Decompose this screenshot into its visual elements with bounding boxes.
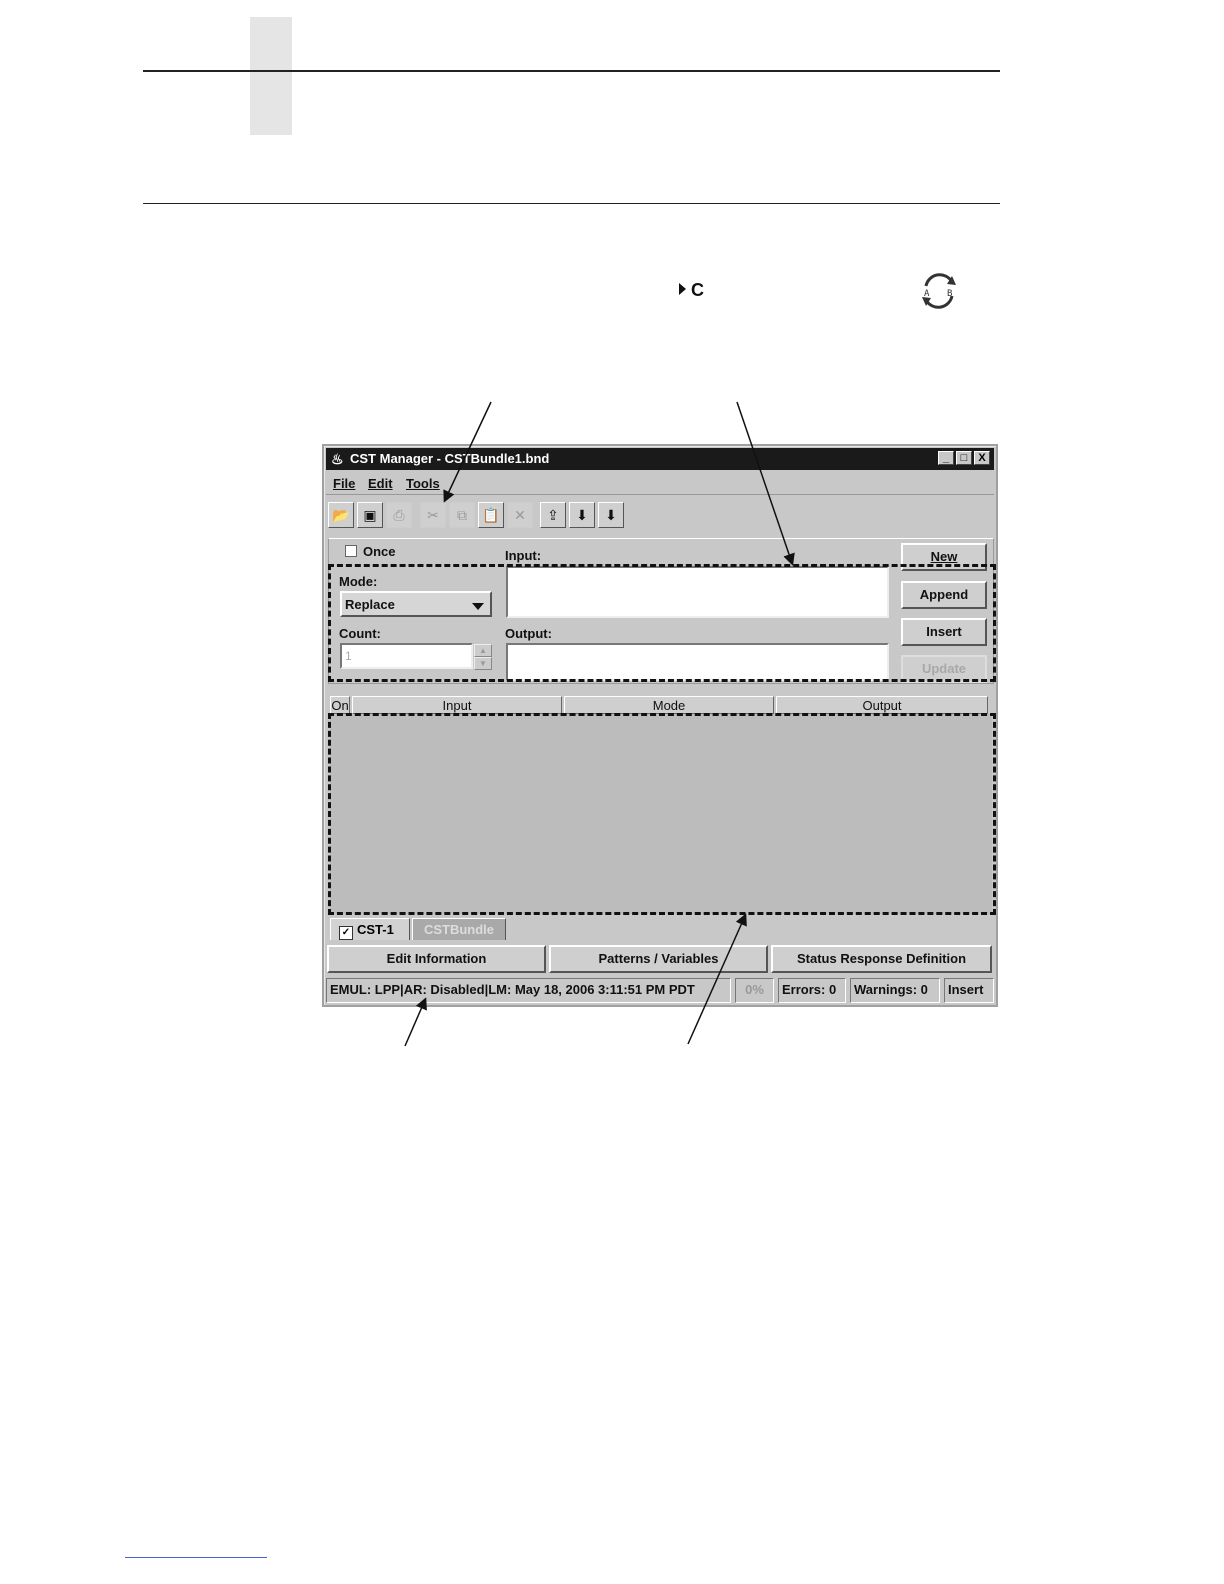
download-u-icon[interactable]: ⬇ [569,502,595,528]
maximize-button[interactable]: □ [956,451,972,465]
compare-ab-icon: A B [922,273,956,309]
table-header: On Input Mode Output [330,696,992,714]
cst-manager-window: ♨ CST Manager - CSTBundle1.bnd _ □ X Fil… [322,444,998,1007]
chapter-tab-block [250,17,292,135]
paste-icon[interactable]: 📋 [478,502,504,528]
delete-icon[interactable]: ✕ [507,502,533,528]
step-marker: C [679,280,704,301]
status-warnings: Warnings: 0 [850,978,940,1003]
header-rule-top [143,70,1000,72]
menu-file[interactable]: File [333,476,355,491]
menu-edit[interactable]: Edit [368,476,393,491]
once-checkbox[interactable] [345,545,357,557]
menu-tools[interactable]: Tools [406,476,440,491]
svg-text:B: B [947,289,952,299]
status-errors: Errors: 0 [778,978,846,1003]
patterns-variables-button[interactable]: Patterns / Variables [549,945,768,973]
table-area-highlight [328,713,996,915]
footer-link-rule [125,1557,267,1558]
checkmark-icon: ✓ [339,926,353,940]
svg-text:A: A [924,289,930,299]
once-label: Once [363,544,396,559]
copy-icon[interactable]: ⧉ [449,502,475,528]
tab-cstbundle[interactable]: CSTBundle [412,918,506,940]
status-response-definition-button[interactable]: Status Response Definition [771,945,992,973]
edit-information-button[interactable]: Edit Information [327,945,546,973]
download-d-icon[interactable]: ⬇ [598,502,624,528]
title-bar[interactable]: ♨ CST Manager - CSTBundle1.bnd _ □ X [326,448,994,470]
input-label: Input: [505,548,542,563]
status-mode: Insert [944,978,994,1003]
tab-cst-1[interactable]: ✓ CST-1 [330,918,410,940]
menu-bar: File Edit Tools [326,472,994,495]
column-header-input[interactable]: Input [352,696,562,714]
java-cup-icon: ♨ [331,451,344,467]
print-icon[interactable]: ⎙ [386,502,412,528]
status-info: EMUL: LPP|AR: Disabled|LM: May 18, 2006 … [326,978,731,1003]
status-progress: 0% [735,978,774,1003]
tab-strip: ✓ CST-1 CSTBundle [330,918,992,940]
header-rule-bottom [143,203,1000,204]
tab-cst-1-label: CST-1 [357,922,394,937]
upload-icon[interactable]: ⇪ [540,502,566,528]
entry-area-highlight [328,564,996,682]
column-header-mode[interactable]: Mode [564,696,774,714]
save-icon[interactable]: ▣ [357,502,383,528]
close-button[interactable]: X [974,451,990,465]
triangle-bullet-icon [679,283,686,295]
column-header-output[interactable]: Output [776,696,988,714]
window-title: CST Manager - CSTBundle1.bnd [350,451,550,466]
column-header-on[interactable]: On [330,696,350,714]
open-icon[interactable]: 📂 [328,502,354,528]
cut-icon[interactable]: ✂ [420,502,446,528]
minimize-button[interactable]: _ [938,451,954,465]
